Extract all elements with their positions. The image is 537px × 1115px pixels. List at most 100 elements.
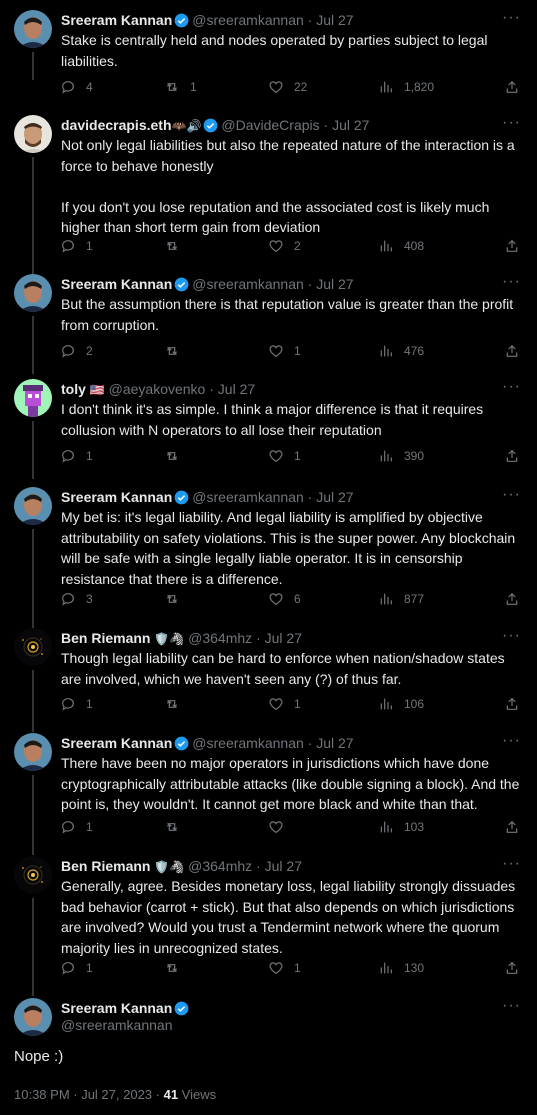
more-options-icon[interactable]: ··· xyxy=(502,379,521,395)
author-handle[interactable]: @sreeramkannan xyxy=(192,12,304,28)
like-button[interactable]: 1 xyxy=(268,341,301,361)
name-emoji: 🦇🔊 xyxy=(171,119,202,133)
views-button[interactable]: 1,820 xyxy=(378,77,434,97)
share-button[interactable] xyxy=(504,589,520,609)
tweet-date[interactable]: Jul 27 xyxy=(265,858,302,874)
tweet-text: There have been no major operators in ju… xyxy=(61,755,520,812)
author-handle[interactable]: @364mhz xyxy=(188,858,252,874)
like-button[interactable]: 6 xyxy=(268,589,301,609)
author-name[interactable]: Ben Riemann xyxy=(61,630,150,646)
views-button[interactable]: 877 xyxy=(378,589,424,609)
retweet-button[interactable]: 1 xyxy=(164,77,197,97)
tweet-header: Sreeram Kannan @sreeramkannan · Jul 27 xyxy=(61,10,497,30)
more-options-icon[interactable]: ··· xyxy=(502,487,521,503)
avatar[interactable] xyxy=(14,628,52,666)
tweet-date[interactable]: Jul 27 xyxy=(316,276,353,292)
views-button[interactable]: 103 xyxy=(378,817,424,837)
tweet-date[interactable]: Jul 27 xyxy=(332,117,369,133)
retweet-icon xyxy=(166,700,178,708)
avatar[interactable] xyxy=(14,487,52,525)
views-chart-icon xyxy=(380,240,392,252)
share-button[interactable] xyxy=(504,236,520,256)
reply-icon xyxy=(62,962,74,975)
author-name[interactable]: Sreeram Kannan xyxy=(61,12,172,28)
main-tweet-text: Nope :) xyxy=(14,1048,64,1065)
reply-button[interactable]: 3 xyxy=(60,589,93,609)
reply-button[interactable]: 2 xyxy=(60,341,93,361)
avatar[interactable] xyxy=(14,274,52,312)
like-button[interactable]: 1 xyxy=(268,446,301,466)
avatar[interactable] xyxy=(14,856,52,894)
author-handle[interactable]: @364mhz xyxy=(188,630,252,646)
share-button[interactable] xyxy=(504,446,520,466)
like-button[interactable]: 1 xyxy=(268,958,301,978)
retweet-button[interactable] xyxy=(164,446,190,466)
tweet-date[interactable]: Jul 27 xyxy=(218,381,255,397)
reply-button[interactable]: 1 xyxy=(60,958,93,978)
views-chart-icon xyxy=(380,698,392,710)
more-options-icon[interactable]: ··· xyxy=(502,274,521,290)
more-options-icon[interactable]: ··· xyxy=(502,115,521,131)
author-handle[interactable]: @sreeramkannan xyxy=(192,489,304,505)
share-button[interactable] xyxy=(504,341,520,361)
retweet-icon xyxy=(166,242,178,250)
like-button[interactable]: 2 xyxy=(268,236,301,256)
retweet-button[interactable] xyxy=(164,817,190,837)
avatar[interactable] xyxy=(14,10,52,48)
author-handle[interactable]: @sreeramkannan xyxy=(192,735,304,751)
reply-button[interactable]: 1 xyxy=(60,236,93,256)
author-handle[interactable]: @aeyakovenko xyxy=(109,381,206,397)
timestamp[interactable]: 10:38 PM · Jul 27, 2023 · xyxy=(14,1087,164,1102)
share-button[interactable] xyxy=(504,958,520,978)
author-name[interactable]: Ben Riemann xyxy=(61,858,150,874)
author-name[interactable]: Sreeram Kannan xyxy=(61,735,172,751)
tweet-date[interactable]: Jul 27 xyxy=(316,12,353,28)
author-handle[interactable]: @DavideCrapis xyxy=(221,117,319,133)
retweet-button[interactable] xyxy=(164,341,190,361)
reply-button[interactable]: 1 xyxy=(60,694,93,714)
views-button[interactable]: 130 xyxy=(378,958,424,978)
more-options-icon[interactable]: ··· xyxy=(502,733,521,749)
author-name[interactable]: Sreeram Kannan xyxy=(61,1000,172,1016)
views-button[interactable]: 106 xyxy=(378,694,424,714)
avatar[interactable] xyxy=(14,998,52,1036)
reply-icon xyxy=(62,345,74,358)
like-button[interactable]: 22 xyxy=(268,77,307,97)
reply-button[interactable]: 4 xyxy=(60,77,93,97)
reply-button[interactable]: 1 xyxy=(60,446,93,466)
views-count: 103 xyxy=(404,820,425,834)
like-button[interactable] xyxy=(268,817,294,837)
tweet-date[interactable]: Jul 27 xyxy=(316,489,353,505)
avatar[interactable] xyxy=(14,379,52,417)
author-name[interactable]: toly xyxy=(61,381,86,397)
tweet-text: Stake is centrally held and nodes operat… xyxy=(61,32,488,69)
author-handle[interactable]: @sreeramkannan xyxy=(192,276,304,292)
share-button[interactable] xyxy=(504,817,520,837)
retweet-button[interactable] xyxy=(164,589,190,609)
reply-button[interactable]: 1 xyxy=(60,817,93,837)
tweet-date[interactable]: Jul 27 xyxy=(316,735,353,751)
views-chart-icon xyxy=(380,81,392,93)
author-handle[interactable]: @sreeramkannan xyxy=(61,1017,173,1033)
avatar[interactable] xyxy=(14,733,52,771)
like-button[interactable]: 1 xyxy=(268,694,301,714)
share-button[interactable] xyxy=(504,694,520,714)
views-count: 41 xyxy=(163,1087,179,1102)
tweet-text: I don't think it's as simple. I think a … xyxy=(61,401,484,438)
share-button[interactable] xyxy=(504,77,520,97)
more-options-icon[interactable]: ··· xyxy=(502,856,521,872)
retweet-button[interactable] xyxy=(164,958,190,978)
more-options-icon[interactable]: ··· xyxy=(502,628,521,644)
views-button[interactable]: 408 xyxy=(378,236,424,256)
more-options-icon[interactable]: ··· xyxy=(502,10,521,26)
author-name[interactable]: Sreeram Kannan xyxy=(61,489,172,505)
tweet-date[interactable]: Jul 27 xyxy=(265,630,302,646)
more-options-icon[interactable]: ··· xyxy=(502,998,521,1014)
author-name[interactable]: davidecrapis.eth xyxy=(61,117,172,133)
retweet-button[interactable] xyxy=(164,236,190,256)
retweet-button[interactable] xyxy=(164,694,190,714)
author-name[interactable]: Sreeram Kannan xyxy=(61,276,172,292)
views-button[interactable]: 390 xyxy=(378,446,424,466)
avatar[interactable] xyxy=(14,115,52,153)
views-button[interactable]: 476 xyxy=(378,341,424,361)
